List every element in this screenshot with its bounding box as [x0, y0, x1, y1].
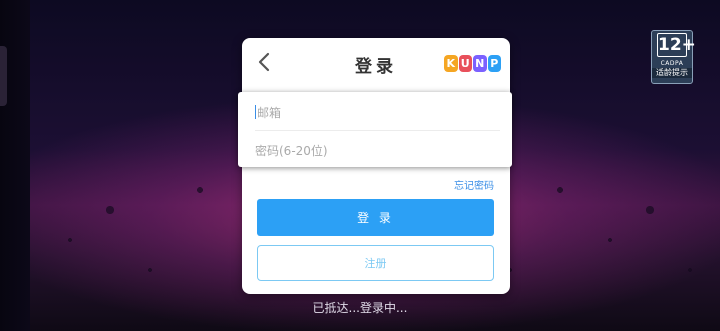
age-rating-org: CADPA	[660, 60, 684, 67]
logo-letter: N	[473, 54, 487, 72]
text-caret	[255, 105, 256, 119]
register-button[interactable]: 注册	[257, 245, 494, 281]
logo-letter: U	[458, 54, 472, 72]
login-button[interactable]: 登 录	[257, 199, 494, 236]
logo-letter: P	[487, 54, 501, 72]
side-handle[interactable]	[0, 46, 7, 106]
password-placeholder: 密码(6-20位)	[255, 143, 328, 158]
status-text: 已抵达...登录中...	[312, 301, 408, 315]
age-rating-badge: 12+ CADPA 适龄提示	[651, 30, 696, 84]
email-placeholder: 邮箱	[257, 105, 282, 120]
age-rating-tip: 适龄提示	[652, 68, 692, 78]
kunpo-logo: K U N P	[444, 52, 502, 74]
password-field[interactable]: 密码(6-20位)	[255, 132, 500, 168]
age-rating-number: 12+	[657, 33, 696, 57]
credentials-form: 邮箱 密码(6-20位)	[238, 92, 512, 167]
logo-letter: K	[444, 54, 458, 72]
forgot-password-link[interactable]: 忘记密码	[454, 177, 494, 192]
email-field[interactable]: 邮箱	[255, 94, 500, 131]
